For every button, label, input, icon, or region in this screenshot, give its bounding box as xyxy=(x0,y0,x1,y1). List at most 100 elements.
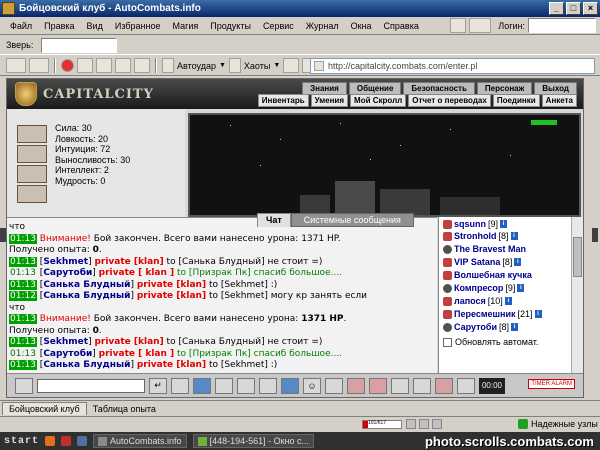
info-icon[interactable]: i xyxy=(517,284,525,292)
equipment-slot[interactable] xyxy=(17,185,47,203)
quicklaunch-icon[interactable] xyxy=(77,436,88,446)
equipment-slot[interactable] xyxy=(17,145,47,163)
translit-icon[interactable] xyxy=(281,377,299,394)
city-scene[interactable] xyxy=(188,113,581,217)
user-name[interactable]: Волшебная кучка xyxy=(454,270,532,280)
filter-icon[interactable] xyxy=(193,377,211,394)
autoattack-dropdown-icon[interactable]: ▼ xyxy=(219,62,226,69)
user-name[interactable]: The Bravest Man xyxy=(454,244,526,254)
timer-alarm[interactable]: TIMER ALARM xyxy=(528,379,575,389)
menu-service[interactable]: Сервис xyxy=(257,21,300,31)
tab-experience-table[interactable]: Таблица опыта xyxy=(87,403,162,415)
user-list-scrollbar[interactable] xyxy=(571,217,583,373)
right-panel-arrow-icon[interactable] xyxy=(592,228,598,242)
refresh-icon[interactable] xyxy=(77,58,93,73)
chat-nick[interactable]: Санька Блудный xyxy=(43,360,130,370)
user-name[interactable]: Компресор xyxy=(454,283,503,293)
user-name[interactable]: лапося xyxy=(454,296,486,306)
login-input[interactable] xyxy=(528,18,596,33)
chat-nick[interactable]: Санька Блудный xyxy=(43,280,130,290)
auto-refresh-checkbox[interactable] xyxy=(443,337,452,347)
info-icon[interactable]: i xyxy=(534,310,542,318)
tab-fight-club[interactable]: Бойцовский клуб xyxy=(2,402,87,415)
close-button[interactable]: × xyxy=(583,2,598,15)
chaos-dropdown-icon[interactable]: ▼ xyxy=(273,62,280,69)
menu-file[interactable]: Файл xyxy=(4,21,38,31)
gear-icon[interactable] xyxy=(469,18,492,33)
info-icon[interactable]: i xyxy=(504,297,512,305)
check-icon[interactable] xyxy=(283,58,300,73)
chaos-icon[interactable] xyxy=(228,58,241,73)
user-name[interactable]: VIP Satana xyxy=(454,257,500,267)
menu-journal[interactable]: Журнал xyxy=(300,21,345,31)
user-entry[interactable]: Волшебная кучка xyxy=(443,270,532,280)
menu-windows[interactable]: Окна xyxy=(345,21,378,31)
quicklaunch-icon[interactable] xyxy=(61,436,72,446)
inventory-icon[interactable] xyxy=(391,377,409,394)
tab-chat[interactable]: Чат xyxy=(257,213,291,227)
chat-nick[interactable]: Санька Блудный xyxy=(43,291,130,301)
party-icon[interactable] xyxy=(369,377,387,394)
autoattack-button[interactable]: Автоудар xyxy=(177,61,216,71)
nav-inventory[interactable]: Инвентарь xyxy=(257,94,309,107)
beast-select[interactable] xyxy=(41,37,118,53)
nav-transfers[interactable]: Отчет о переводах xyxy=(408,94,491,107)
auto-refresh[interactable]: Обновлять автомат. xyxy=(443,337,538,347)
user-entry[interactable]: VIP Satana [8] i xyxy=(443,257,522,267)
people-icon[interactable] xyxy=(347,377,365,394)
chaos-button[interactable]: Хаоты xyxy=(244,61,270,71)
info-icon[interactable]: i xyxy=(510,232,518,240)
task-chat-window[interactable]: [448-194-561] - Окно с... xyxy=(192,434,315,448)
nav-profile[interactable]: Анкета xyxy=(541,94,577,107)
quicklaunch-icon[interactable] xyxy=(45,436,56,446)
user-name[interactable]: Пересмешник xyxy=(454,309,516,319)
minimize-button[interactable]: _ xyxy=(549,2,564,15)
chat-nick[interactable]: Сарутоби xyxy=(43,349,92,359)
walk-icon[interactable] xyxy=(237,377,255,394)
nav-battles[interactable]: Поединки xyxy=(492,94,540,107)
menu-magic[interactable]: Магия xyxy=(166,21,204,31)
user-entry[interactable]: Сарутоби [8] i xyxy=(443,322,519,332)
user-name[interactable]: sqsunn xyxy=(454,219,486,229)
user-name[interactable]: Stronhold xyxy=(454,231,497,241)
forward-icon[interactable] xyxy=(29,58,49,73)
autoattack-icon[interactable] xyxy=(162,58,174,73)
user-entry[interactable]: sqsunn [9] i xyxy=(443,219,508,229)
home-page-icon[interactable] xyxy=(115,58,131,73)
settings-icon[interactable] xyxy=(215,377,233,394)
user-entry[interactable]: лапося [10] i xyxy=(443,296,512,306)
stop-icon[interactable] xyxy=(61,59,74,72)
start-button[interactable]: start xyxy=(4,436,39,447)
user-entry[interactable]: The Bravest Man xyxy=(443,244,526,254)
info-icon[interactable]: i xyxy=(500,220,508,228)
smiles-icon[interactable] xyxy=(259,377,277,394)
tools-icon[interactable] xyxy=(134,58,150,73)
task-autocombats[interactable]: AutoCombats.info xyxy=(93,434,187,448)
scroll-thumb[interactable] xyxy=(573,237,582,277)
menu-help[interactable]: Справка xyxy=(378,21,425,31)
tab-system-messages[interactable]: Системные сообщения xyxy=(290,213,414,227)
eraser-icon[interactable] xyxy=(171,377,189,394)
nav-my-scroll[interactable]: Мой Скролл xyxy=(350,94,407,107)
chat-nick[interactable]: Сарутоби xyxy=(43,268,92,278)
menu-view[interactable]: Вид xyxy=(81,21,109,31)
maximize-button[interactable]: □ xyxy=(566,2,581,15)
user-entry[interactable]: Stronhold [8] i xyxy=(443,231,518,241)
back-icon[interactable] xyxy=(6,58,26,73)
send-icon[interactable]: ↵ xyxy=(149,377,167,394)
user-name[interactable]: Сарутоби xyxy=(454,322,497,332)
address-bar[interactable]: http://capitalcity.combats.com/enter.pl xyxy=(310,58,595,74)
eye-icon[interactable] xyxy=(435,377,453,394)
home-icon[interactable] xyxy=(450,18,467,33)
equipment-slot[interactable] xyxy=(17,125,47,143)
chat-log[interactable]: что 01:13 Внимание! Бой закончен. Всего в… xyxy=(7,217,437,373)
info-icon[interactable]: i xyxy=(514,258,522,266)
info-icon[interactable]: i xyxy=(511,323,519,331)
user-entry[interactable]: Компресор [9] i xyxy=(443,283,525,293)
smiley-icon[interactable]: ☺ xyxy=(303,377,321,394)
menu-edit[interactable]: Правка xyxy=(38,21,80,31)
menu-products[interactable]: Продукты xyxy=(204,21,257,31)
bag-icon[interactable] xyxy=(413,377,431,394)
equipment-slot[interactable] xyxy=(17,165,47,183)
chat-nick[interactable]: Sekhmet xyxy=(43,337,88,347)
